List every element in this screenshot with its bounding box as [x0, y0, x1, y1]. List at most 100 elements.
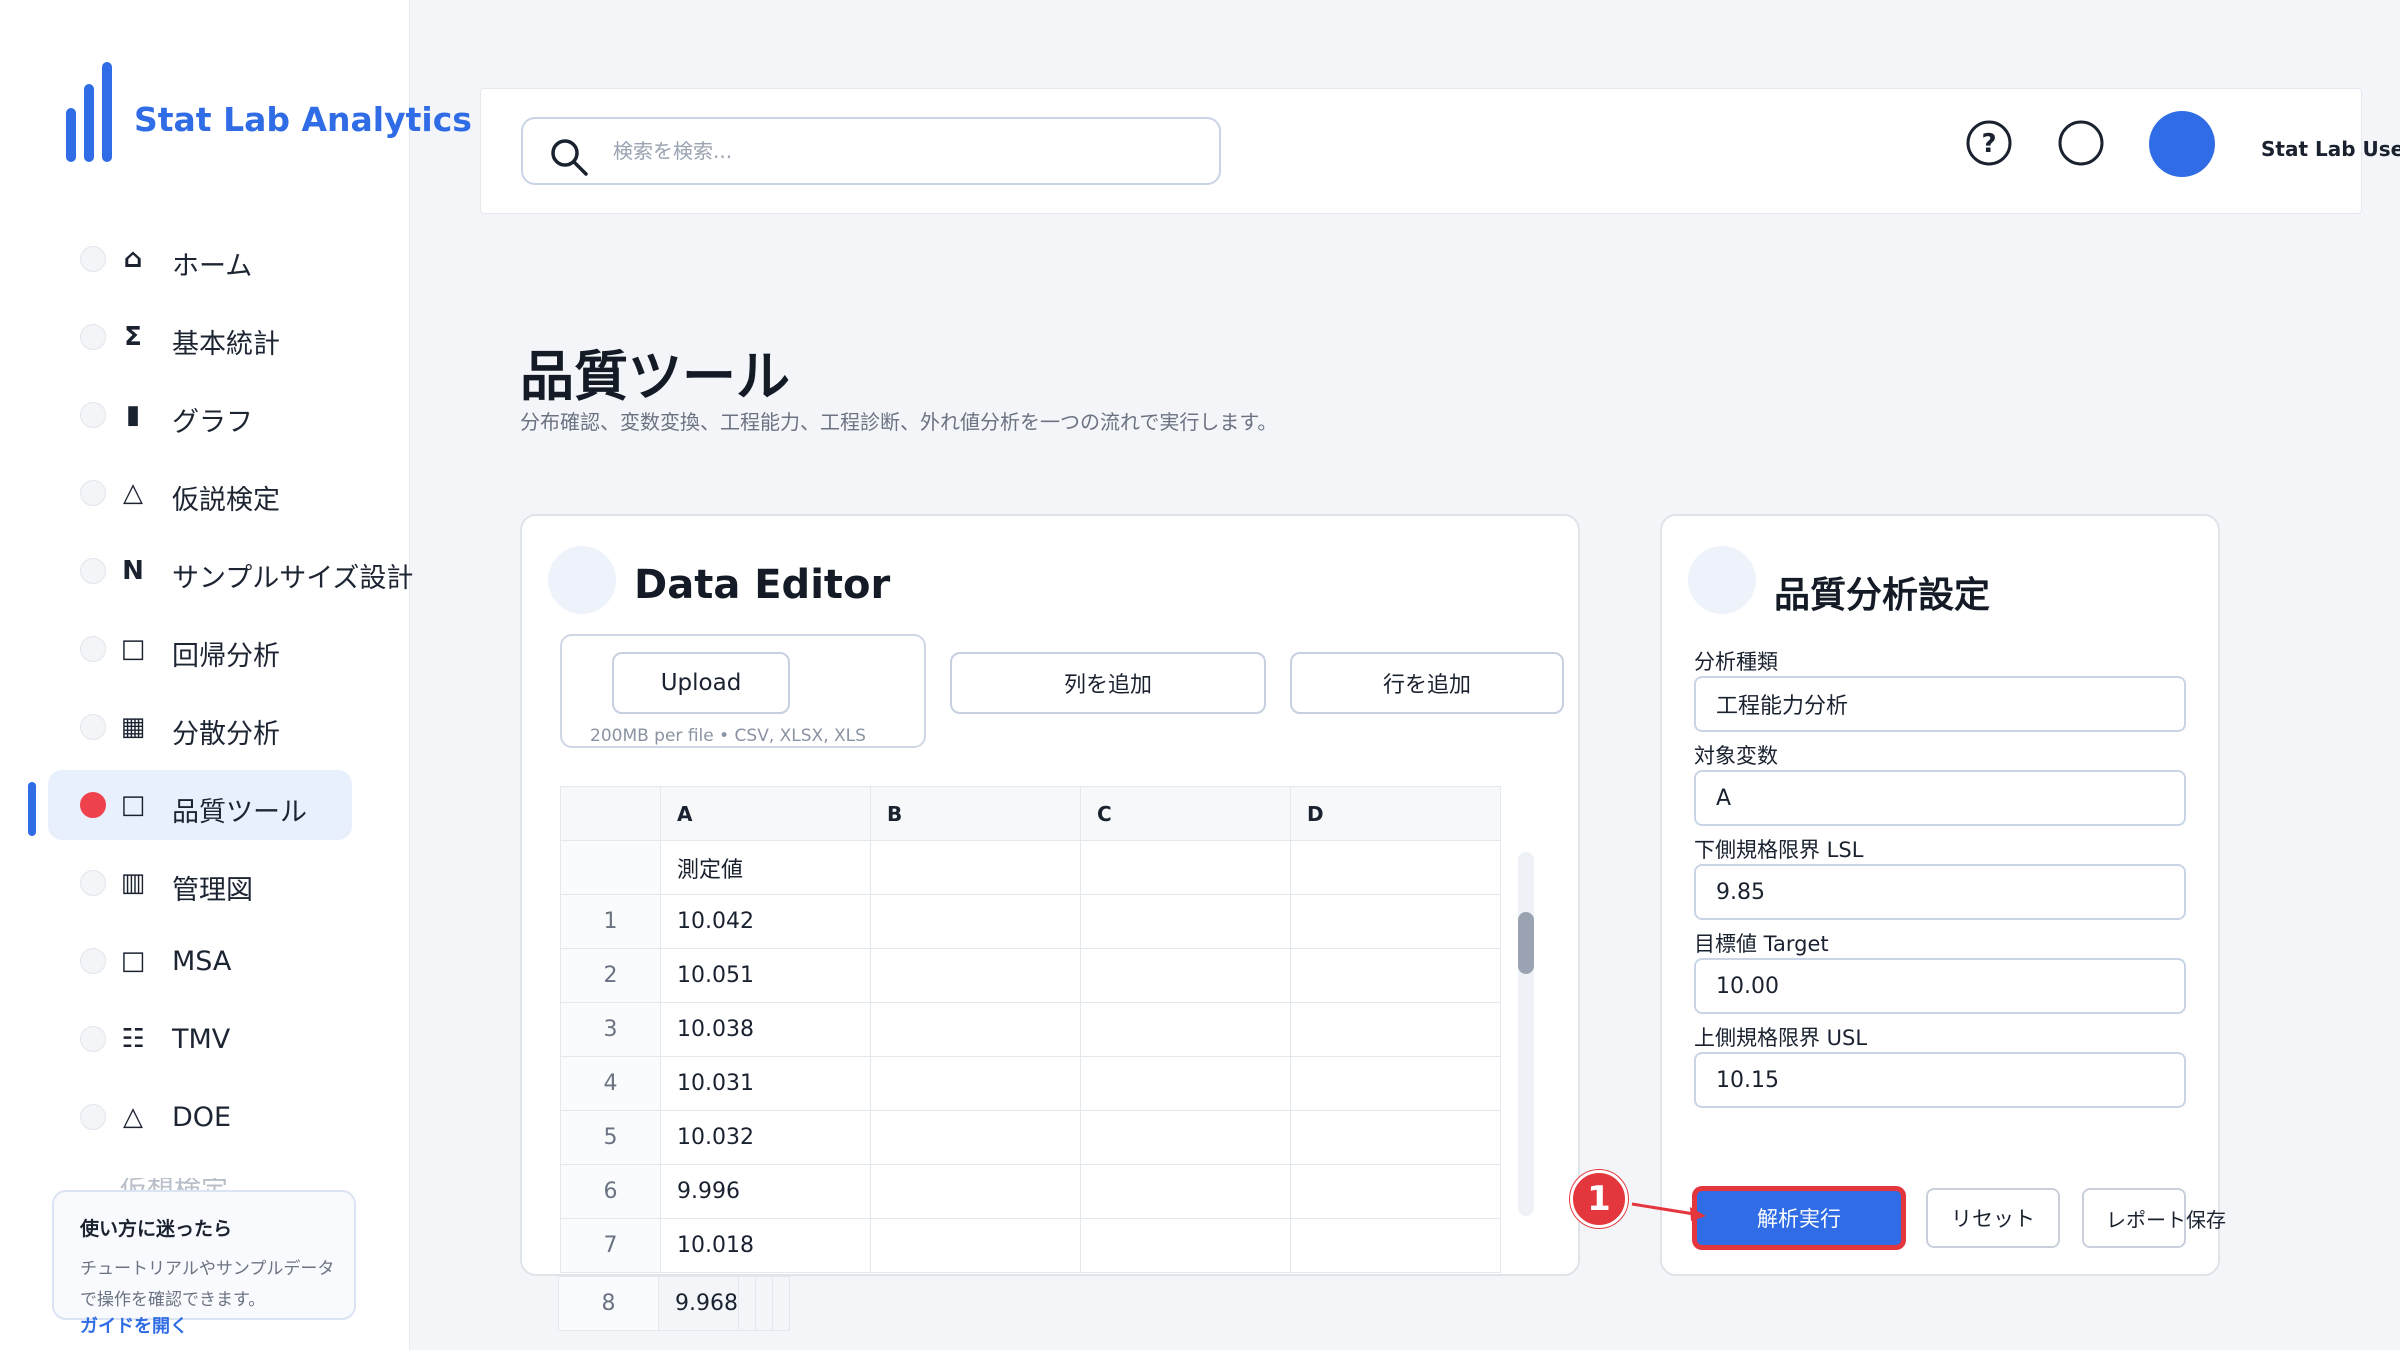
data-cell[interactable] [1290, 894, 1501, 949]
data-cell[interactable] [1080, 1164, 1291, 1219]
data-cell[interactable] [737, 1276, 756, 1331]
notification-icon[interactable] [2057, 119, 2105, 167]
field-label: 下側規格限界 LSL [1694, 838, 1864, 862]
data-grid[interactable]: A B C D 測定値 1 10.042 2 10.051 3 10.038 4 10.031 5 10.0… [560, 786, 1501, 1273]
data-cell[interactable]: 10.018 [660, 1218, 871, 1273]
control-chart-icon: ▥ [120, 868, 146, 898]
file-upload-zone[interactable]: Upload 200MB per file • CSV, XLSX, XLS [560, 634, 926, 748]
sidebar-item[interactable]: △ 仮説検定 [48, 458, 352, 528]
square-icon: □ [120, 634, 146, 664]
data-cell[interactable] [1080, 1218, 1291, 1273]
sidebar-item[interactable]: □ 回帰分析 [48, 614, 352, 684]
data-cell[interactable]: 10.032 [660, 1110, 871, 1165]
sidebar-item[interactable]: □ MSA [48, 926, 352, 996]
add-column-button[interactable]: 列を追加 [950, 652, 1266, 714]
sidebar-item[interactable]: ▥ 管理図 [48, 848, 352, 918]
settings-field-input[interactable] [1694, 676, 2186, 732]
data-cell[interactable] [870, 894, 1081, 949]
field-label: 分析種類 [1694, 650, 1778, 674]
data-cell[interactable] [1290, 1110, 1501, 1165]
quality-settings-card: 品質分析設定 解析実行 リセット レポート保存 分析種類対象変数下側規格限界 L… [1660, 514, 2226, 1276]
column-header[interactable]: B [870, 786, 1081, 841]
data-cell[interactable] [1080, 948, 1291, 1003]
data-cell[interactable] [870, 1218, 1081, 1273]
data-cell[interactable] [870, 1110, 1081, 1165]
data-cell[interactable]: 10.051 [660, 948, 871, 1003]
sidebar-item[interactable]: □ 品質ツール [48, 770, 352, 840]
grid-scrollbar[interactable] [1518, 852, 1534, 1216]
upload-button[interactable]: Upload [612, 652, 790, 714]
settings-field-input[interactable] [1694, 1052, 2186, 1108]
data-cell[interactable] [754, 1276, 773, 1331]
data-cell[interactable] [870, 1056, 1081, 1111]
sidebar-item-label: 品質ツール [172, 797, 307, 828]
settings-title: 品質分析設定 [1774, 575, 1991, 616]
data-cell[interactable] [1290, 1218, 1501, 1273]
status-dot [80, 1026, 106, 1052]
settings-field-input[interactable] [1694, 864, 2186, 920]
run-analysis-button[interactable]: 解析実行 [1694, 1188, 1904, 1248]
table-row: 4 10.031 [560, 1056, 1501, 1111]
add-row-button[interactable]: 行を追加 [1290, 652, 1564, 714]
row-index-cell: 8 [558, 1276, 659, 1331]
search-box[interactable] [521, 117, 1221, 185]
data-cell[interactable] [1290, 1002, 1501, 1057]
sidebar-item[interactable]: △ DOE [48, 1082, 352, 1152]
status-dot [80, 480, 106, 506]
status-dot [80, 324, 106, 350]
grid-scrollbar-thumb[interactable] [1518, 912, 1534, 974]
upload-hint: 200MB per file • CSV, XLSX, XLS [590, 726, 866, 746]
sidebar-item[interactable]: ⌂ ホーム [48, 224, 352, 294]
data-cell[interactable] [1290, 1056, 1501, 1111]
help-card: 使い方に迷ったら チュートリアルやサンプルデータで操作を確認できます。 ガイドを… [52, 1190, 356, 1337]
data-cell[interactable] [1080, 1002, 1291, 1057]
column-name-cell[interactable] [1290, 840, 1501, 895]
data-cell[interactable] [1290, 948, 1501, 1003]
user-name[interactable]: Stat Lab User [2261, 137, 2400, 161]
logo-bars-icon [66, 62, 112, 162]
table-row: 7 10.018 [560, 1218, 1501, 1273]
data-cell[interactable] [1290, 1164, 1501, 1219]
data-cell[interactable] [1080, 1056, 1291, 1111]
row-index-cell: 3 [560, 1002, 661, 1057]
sidebar-item[interactable]: ▮ グラフ [48, 380, 352, 450]
column-name-cell[interactable] [1080, 840, 1291, 895]
sidebar-item[interactable]: ▦ 分散分析 [48, 692, 352, 762]
column-name-row: 測定値 [560, 840, 1501, 895]
search-input[interactable] [613, 131, 1193, 171]
sidebar-item[interactable]: Σ 基本統計 [48, 302, 352, 372]
sidebar-item[interactable]: ☷ TMV [48, 1004, 352, 1074]
row-index-cell: 5 [560, 1110, 661, 1165]
step-badge: 1 [1570, 1170, 1628, 1228]
guide-link[interactable]: ガイドを開く [80, 1312, 188, 1338]
data-cell[interactable]: 10.042 [660, 894, 871, 949]
help-card-body: チュートリアルやサンプルデータで操作を確認できます。 [80, 1259, 335, 1310]
column-name-cell[interactable] [870, 840, 1081, 895]
column-header[interactable]: C [1080, 786, 1291, 841]
user-avatar[interactable] [2149, 111, 2215, 177]
data-cell[interactable]: 10.038 [660, 1002, 871, 1057]
reset-button[interactable]: リセット [1926, 1188, 2060, 1248]
status-dot [80, 402, 106, 428]
data-cell[interactable]: 9.968 [658, 1276, 739, 1331]
help-icon[interactable]: ? [1965, 119, 2013, 167]
list-icon: ☷ [121, 1024, 145, 1054]
data-cell[interactable] [870, 1164, 1081, 1219]
data-cell[interactable] [1080, 1110, 1291, 1165]
data-cell[interactable] [771, 1276, 790, 1331]
data-cell[interactable]: 10.031 [660, 1056, 871, 1111]
data-cell[interactable]: 9.996 [660, 1164, 871, 1219]
table-row: 3 10.038 [560, 1002, 1501, 1057]
data-grid-overflow: 8 9.968 [558, 1276, 790, 1331]
save-report-button[interactable]: レポート保存 [2082, 1188, 2226, 1248]
data-cell[interactable] [870, 1002, 1081, 1057]
column-header[interactable]: A [660, 786, 871, 841]
column-name-cell[interactable]: 測定値 [660, 840, 871, 895]
sidebar-item[interactable]: N サンプルサイズ設計 [48, 536, 413, 606]
column-header[interactable]: D [1290, 786, 1501, 841]
brand[interactable]: Stat Lab Analytics [66, 62, 472, 162]
settings-field-input[interactable] [1694, 770, 2186, 826]
data-cell[interactable] [1080, 894, 1291, 949]
data-cell[interactable] [870, 948, 1081, 1003]
settings-field-input[interactable] [1694, 958, 2186, 1014]
